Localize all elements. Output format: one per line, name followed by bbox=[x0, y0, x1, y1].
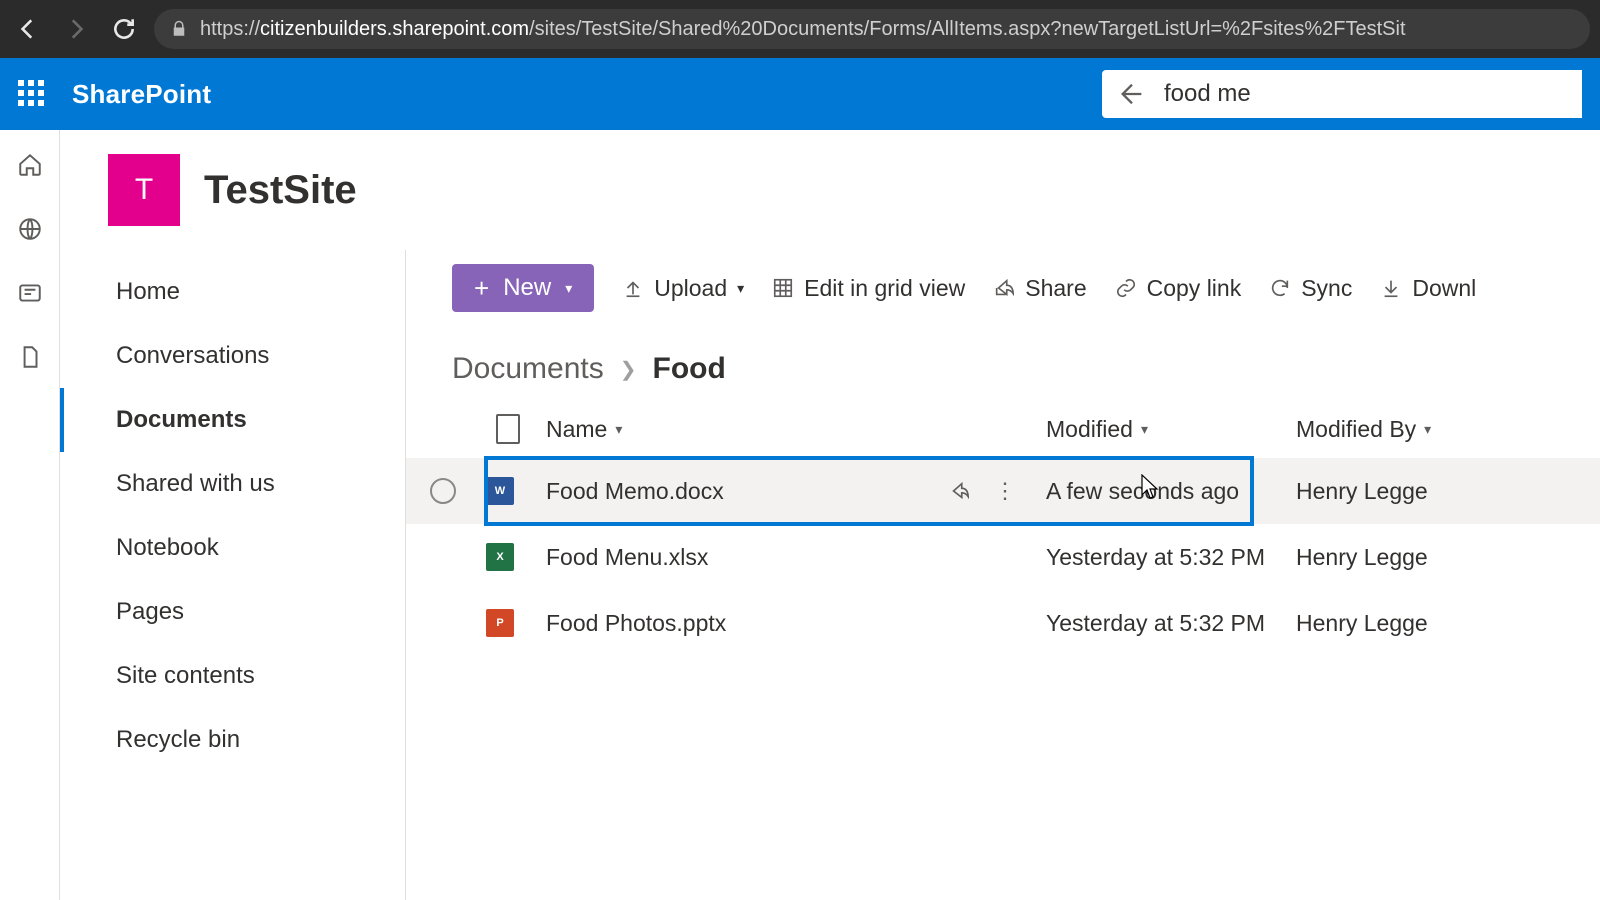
share-icon[interactable] bbox=[948, 480, 970, 502]
more-actions-icon[interactable]: ⋮ bbox=[994, 478, 1016, 504]
column-modified-by[interactable]: Modified By ▾ bbox=[1296, 416, 1546, 443]
site-header: T TestSite bbox=[60, 130, 1600, 250]
modified-by-cell: Henry Legge bbox=[1296, 610, 1546, 637]
globe-icon[interactable] bbox=[17, 216, 43, 242]
powerpoint-file-icon: P bbox=[486, 609, 514, 637]
row-select-radio[interactable] bbox=[430, 478, 456, 504]
download-label: Downl bbox=[1412, 275, 1476, 302]
app-launcher-icon[interactable] bbox=[18, 80, 46, 108]
chevron-down-icon: ▾ bbox=[565, 280, 572, 297]
modified-by-cell: Henry Legge bbox=[1296, 478, 1546, 505]
nav-documents[interactable]: Documents bbox=[60, 388, 405, 452]
suite-header: SharePoint bbox=[0, 58, 1600, 130]
column-name[interactable]: Name ▾ bbox=[546, 416, 1046, 443]
main-pane: + New ▾ Upload ▾ bbox=[406, 250, 1600, 900]
breadcrumb-current: Food bbox=[653, 352, 726, 386]
link-icon bbox=[1115, 277, 1137, 299]
left-nav: Home Conversations Documents Shared with… bbox=[60, 250, 406, 900]
file-name[interactable]: Food Menu.xlsx bbox=[546, 544, 708, 571]
word-file-icon: W bbox=[486, 477, 514, 505]
modified-cell: Yesterday at 5:32 PM bbox=[1046, 544, 1296, 571]
search-back-icon[interactable] bbox=[1118, 80, 1146, 108]
modified-cell: A few seconds ago bbox=[1046, 478, 1296, 505]
news-icon[interactable] bbox=[17, 280, 43, 306]
table-row[interactable]: W Food Memo.docx ⋮ A few seconds ago bbox=[406, 458, 1600, 524]
column-modified[interactable]: Modified ▾ bbox=[1046, 416, 1296, 443]
grid-icon bbox=[772, 277, 794, 299]
list-header: Name ▾ Modified ▾ Modified By ▾ bbox=[406, 400, 1600, 458]
nav-notebook[interactable]: Notebook bbox=[60, 516, 405, 580]
search-input[interactable] bbox=[1164, 80, 1566, 108]
search-box[interactable] bbox=[1102, 70, 1582, 118]
browser-toolbar: https://citizenbuilders.sharepoint.com/s… bbox=[0, 0, 1600, 58]
file-name[interactable]: Food Photos.pptx bbox=[546, 610, 726, 637]
nav-site-contents[interactable]: Site contents bbox=[60, 644, 405, 708]
upload-icon bbox=[622, 277, 644, 299]
chevron-down-icon: ▾ bbox=[737, 280, 744, 297]
upload-label: Upload bbox=[654, 275, 727, 302]
chevron-down-icon: ▾ bbox=[615, 421, 622, 438]
browser-address-bar[interactable]: https://citizenbuilders.sharepoint.com/s… bbox=[154, 9, 1590, 49]
site-logo[interactable]: T bbox=[108, 154, 180, 226]
table-row[interactable]: X Food Menu.xlsx Yesterday at 5:32 PM He… bbox=[406, 524, 1600, 590]
share-icon bbox=[993, 277, 1015, 299]
nav-pages[interactable]: Pages bbox=[60, 580, 405, 644]
sync-button[interactable]: Sync bbox=[1269, 275, 1352, 302]
plus-icon: + bbox=[474, 275, 489, 301]
file-name[interactable]: Food Memo.docx bbox=[546, 478, 724, 505]
upload-button[interactable]: Upload ▾ bbox=[622, 275, 744, 302]
modified-by-cell: Henry Legge bbox=[1296, 544, 1546, 571]
chevron-down-icon: ▾ bbox=[1141, 421, 1148, 438]
file-list: Name ▾ Modified ▾ Modified By ▾ bbox=[406, 396, 1600, 656]
site-title[interactable]: TestSite bbox=[204, 168, 357, 213]
copy-link-button[interactable]: Copy link bbox=[1115, 275, 1242, 302]
breadcrumb: Documents ❯ Food bbox=[406, 326, 1600, 396]
browser-forward-button[interactable] bbox=[58, 11, 94, 47]
nav-conversations[interactable]: Conversations bbox=[60, 324, 405, 388]
home-icon[interactable] bbox=[17, 152, 43, 178]
app-rail bbox=[0, 130, 60, 900]
share-button[interactable]: Share bbox=[993, 275, 1086, 302]
breadcrumb-root[interactable]: Documents bbox=[452, 352, 604, 386]
files-icon[interactable] bbox=[17, 344, 43, 370]
chevron-right-icon: ❯ bbox=[620, 357, 637, 382]
copy-link-label: Copy link bbox=[1147, 275, 1242, 302]
sync-icon bbox=[1269, 277, 1291, 299]
nav-home[interactable]: Home bbox=[60, 260, 405, 324]
browser-back-button[interactable] bbox=[10, 11, 46, 47]
edit-grid-label: Edit in grid view bbox=[804, 275, 965, 302]
command-bar: + New ▾ Upload ▾ bbox=[406, 250, 1600, 326]
edit-grid-button[interactable]: Edit in grid view bbox=[772, 275, 965, 302]
modified-cell: Yesterday at 5:32 PM bbox=[1046, 610, 1296, 637]
url-text: https://citizenbuilders.sharepoint.com/s… bbox=[200, 18, 1406, 41]
new-button-label: New bbox=[503, 274, 551, 302]
file-type-header-icon[interactable] bbox=[496, 414, 520, 444]
excel-file-icon: X bbox=[486, 543, 514, 571]
nav-shared-with-us[interactable]: Shared with us bbox=[60, 452, 405, 516]
share-label: Share bbox=[1025, 275, 1086, 302]
sync-label: Sync bbox=[1301, 275, 1352, 302]
table-row[interactable]: P Food Photos.pptx Yesterday at 5:32 PM … bbox=[406, 590, 1600, 656]
download-icon bbox=[1380, 277, 1402, 299]
download-button[interactable]: Downl bbox=[1380, 275, 1476, 302]
new-button[interactable]: + New ▾ bbox=[452, 264, 594, 312]
nav-recycle-bin[interactable]: Recycle bin bbox=[60, 708, 405, 772]
browser-reload-button[interactable] bbox=[106, 11, 142, 47]
lock-icon bbox=[170, 20, 188, 38]
chevron-down-icon: ▾ bbox=[1424, 421, 1431, 438]
brand-label[interactable]: SharePoint bbox=[72, 79, 211, 110]
